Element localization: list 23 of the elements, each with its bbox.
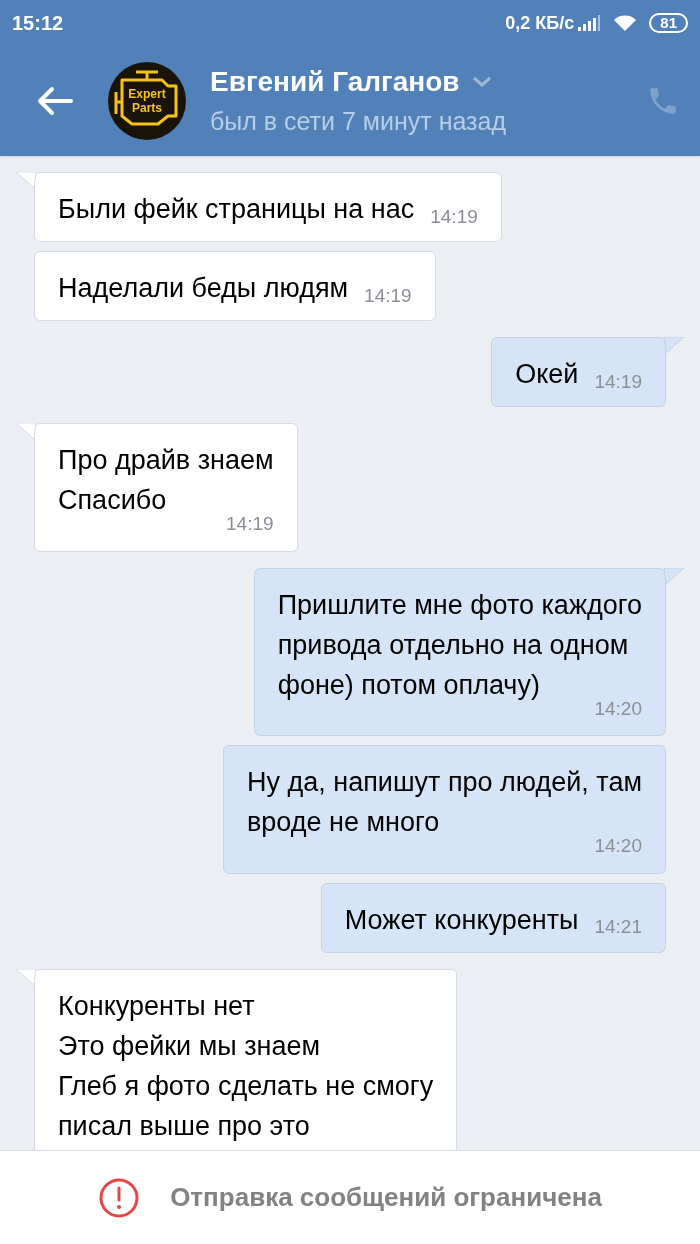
chevron-down-icon[interactable] — [471, 76, 492, 89]
last-seen-text: был в сети 7 минут назад — [210, 106, 507, 138]
message-text: Конкуренты нет Это фейки мы знаем Глеб я фото сделать не смогу писал выше про это — [58, 989, 434, 1143]
message-time: 14:21 — [594, 915, 642, 939]
message-time: 14:19 — [594, 369, 642, 394]
avatar-logo-text: Expert — [128, 87, 166, 101]
message-time: 14:19 — [430, 204, 478, 229]
message-text: Были фейк страницы на нас — [58, 193, 415, 226]
message-time: 14:19 — [364, 283, 412, 308]
network-speed-text: 0,2 КБ/с — [505, 11, 575, 35]
clock-text: 15:12 — [12, 11, 64, 36]
signal-icon — [577, 15, 602, 31]
message-text: Наделали беды людям — [58, 272, 349, 305]
back-arrow-icon[interactable] — [36, 86, 74, 116]
message-text: Окей — [515, 358, 579, 391]
alert-icon — [98, 1176, 141, 1219]
avatar[interactable]: Expert Parts — [108, 62, 186, 140]
avatar-logo-text: Parts — [132, 101, 162, 115]
battery-indicator: 81 — [649, 13, 688, 33]
contact-name[interactable]: Евгений Галганов — [210, 61, 460, 104]
wifi-icon — [613, 14, 638, 32]
message-text: Может конкуренты — [344, 903, 579, 937]
restriction-notice: Отправка сообщений ограничена — [170, 1181, 602, 1214]
